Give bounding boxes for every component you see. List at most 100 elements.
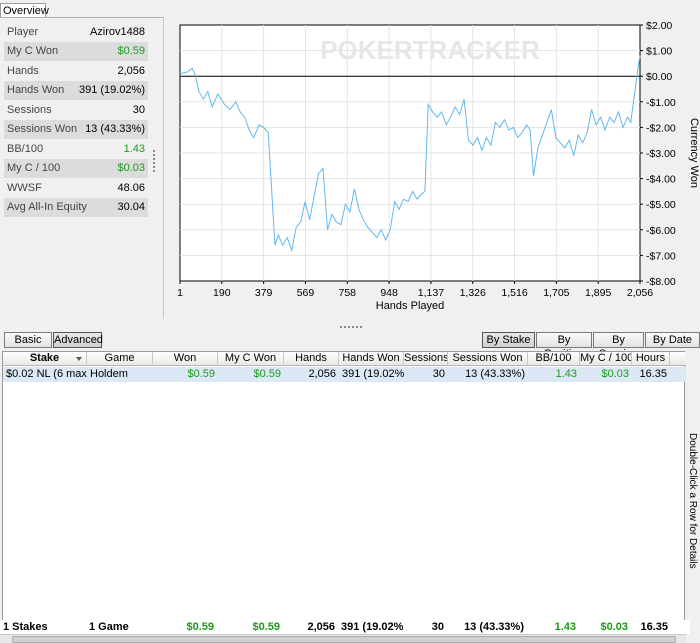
column-header-sessions[interactable]: Sessions bbox=[404, 352, 448, 366]
y-tick-label: -$5.00 bbox=[646, 199, 676, 211]
stat-value: 1.43 bbox=[123, 142, 145, 155]
cell-stake: $0.02 NL (6 max) bbox=[6, 368, 87, 380]
stat-row-sessions: Sessions 30 bbox=[4, 100, 148, 120]
x-tick-label: 1,705 bbox=[543, 287, 569, 299]
stat-row-hands: Hands 2,056 bbox=[4, 61, 148, 81]
total-my-c-won: $0.59 bbox=[252, 621, 280, 633]
y-tick-label: -$1.00 bbox=[646, 97, 676, 109]
x-tick-label: 1,516 bbox=[501, 287, 527, 299]
cell-hours: 16.35 bbox=[639, 368, 667, 380]
x-tick-label: 569 bbox=[297, 287, 315, 299]
stat-row-my-c-100: My C / 100 $0.03 bbox=[4, 158, 148, 178]
side-hint: Double-Click a Row for Details bbox=[686, 433, 700, 569]
stat-row-wwsf: WWSF 48.06 bbox=[4, 178, 148, 198]
by-stake-button[interactable]: By Stake bbox=[482, 332, 535, 348]
column-header-hours[interactable]: Hours bbox=[632, 352, 670, 366]
total-game: 1 Game bbox=[89, 621, 129, 633]
y-tick-label: $1.00 bbox=[646, 46, 672, 58]
stat-label: Avg All-In Equity bbox=[7, 201, 87, 214]
total-hands-won: 391 (19.02%) bbox=[341, 621, 403, 633]
totals-row: 1 Stakes 1 Game $0.59 $0.59 2,056 391 (1… bbox=[0, 620, 690, 634]
side-hint-text: Double-Click a Row for Details bbox=[687, 433, 698, 569]
cell-won: $0.59 bbox=[187, 368, 215, 380]
stat-label: BB/100 bbox=[7, 142, 44, 155]
stat-label: My C Won bbox=[7, 45, 59, 58]
column-header-stake[interactable]: Stake bbox=[3, 352, 87, 366]
stat-value: Azirov1488 bbox=[89, 25, 145, 38]
total-hands: 2,056 bbox=[307, 621, 335, 633]
stat-row-my-c-won: My C Won $0.59 bbox=[4, 41, 148, 61]
results-panel: Basic Advanced By Stake By Position By S… bbox=[0, 332, 700, 643]
vertical-splitter-grip[interactable] bbox=[153, 150, 156, 172]
stat-value: 2,056 bbox=[117, 64, 145, 77]
column-header-hands[interactable]: Hands bbox=[284, 352, 339, 366]
total-sessions: 30 bbox=[431, 621, 444, 633]
stat-value: 30.04 bbox=[117, 201, 145, 214]
overview-panel: Overview Player Azirov1488 My C Won $0.59 … bbox=[0, 0, 700, 322]
x-tick-label: 758 bbox=[339, 287, 357, 299]
total-stakes: 1 Stakes bbox=[3, 621, 48, 633]
sort-down-icon bbox=[76, 357, 82, 361]
basic-button[interactable]: Basic bbox=[4, 332, 52, 348]
scrollbar-thumb[interactable] bbox=[12, 636, 676, 643]
stat-row-avg-allin-equity: Avg All-In Equity 30.04 bbox=[4, 197, 148, 217]
stat-value: $0.59 bbox=[117, 45, 145, 58]
y-tick-label: -$3.00 bbox=[646, 148, 676, 160]
cell-game: Holdem bbox=[90, 368, 128, 380]
x-tick-label: 1,895 bbox=[585, 287, 611, 299]
column-header-my-c-won[interactable]: My C Won bbox=[218, 352, 284, 366]
y-tick-label: -$6.00 bbox=[646, 225, 676, 237]
chart-panel: POKERTRACKER 1 190 379 569 758 948 1,137 1,326 1,… bbox=[163, 17, 700, 319]
x-tick-label: 1 bbox=[177, 287, 183, 299]
stat-value: $0.03 bbox=[117, 162, 145, 175]
x-axis-label: Hands Played bbox=[376, 300, 445, 312]
results-table: Stake Game Won My C Won Hands Hands Won … bbox=[2, 351, 686, 631]
stat-value: 48.06 bbox=[117, 181, 145, 194]
by-session-button[interactable]: By Session bbox=[593, 332, 644, 360]
horizontal-scrollbar[interactable] bbox=[0, 634, 686, 643]
stat-label: Hands Won bbox=[7, 84, 65, 97]
column-header-won[interactable]: Won bbox=[153, 352, 218, 366]
stat-value: 30 bbox=[132, 103, 145, 116]
advanced-button[interactable]: Advanced bbox=[53, 332, 103, 348]
x-tick-label: 948 bbox=[380, 287, 398, 299]
stat-row-sessions-won: Sessions Won 13 (43.33%) bbox=[4, 119, 148, 139]
column-header-bb100[interactable]: BB/100 bbox=[528, 352, 580, 366]
total-bb100: 1.43 bbox=[554, 621, 576, 633]
winnings-chart: POKERTRACKER 1 190 379 569 758 948 1,137 1,326 1,… bbox=[177, 20, 700, 312]
total-sessions-won: 13 (43.33%) bbox=[464, 621, 524, 633]
total-hours: 16.35 bbox=[640, 621, 668, 633]
y-tick-label: -$4.00 bbox=[646, 174, 676, 186]
cell-sessions: 30 bbox=[432, 368, 445, 380]
by-date-button[interactable]: By Date bbox=[645, 332, 700, 348]
column-header-my-c-100[interactable]: My C / 100 bbox=[580, 352, 632, 366]
table-header: Stake Game Won My C Won Hands Hands Won … bbox=[3, 352, 686, 366]
column-header-hands-won[interactable]: Hands Won bbox=[339, 352, 404, 366]
column-header-game[interactable]: Game bbox=[87, 352, 153, 366]
total-won: $0.59 bbox=[186, 621, 214, 633]
tab-overview[interactable]: Overview bbox=[0, 3, 49, 18]
stat-row-player: Player Azirov1488 bbox=[4, 22, 148, 42]
y-axis-label: Currency Won bbox=[688, 118, 700, 188]
by-position-button[interactable]: By Position bbox=[536, 332, 592, 360]
y-tick-label: -$7.00 bbox=[646, 250, 676, 262]
cell-my-c-100: $0.03 bbox=[601, 368, 629, 380]
stat-label: Sessions Won bbox=[7, 123, 78, 136]
column-header-sessions-won[interactable]: Sessions Won bbox=[448, 352, 528, 366]
y-tick-label: -$2.00 bbox=[646, 122, 676, 134]
stat-value: 391 (19.02%) bbox=[78, 84, 145, 97]
cell-hands: 2,056 bbox=[308, 368, 336, 380]
stat-label: Hands bbox=[7, 64, 39, 77]
stats-list: Player Azirov1488 My C Won $0.59 Hands 2,05… bbox=[4, 22, 148, 217]
watermark-text: POKERTRACKER bbox=[320, 35, 540, 65]
stat-label: Sessions bbox=[7, 103, 52, 116]
stat-label: Player bbox=[7, 25, 39, 38]
x-tick-label: 1,326 bbox=[460, 287, 486, 299]
x-tick-label: 2,056 bbox=[627, 287, 653, 299]
stat-label: WWSF bbox=[7, 181, 42, 194]
stat-row-hands-won: Hands Won 391 (19.02%) bbox=[4, 80, 148, 100]
horizontal-splitter-grip[interactable] bbox=[340, 326, 362, 328]
table-row[interactable]: $0.02 NL (6 max) Holdem $0.59 $0.59 2,05… bbox=[3, 367, 686, 382]
stat-label: My C / 100 bbox=[7, 162, 61, 175]
x-tick-label: 379 bbox=[255, 287, 273, 299]
